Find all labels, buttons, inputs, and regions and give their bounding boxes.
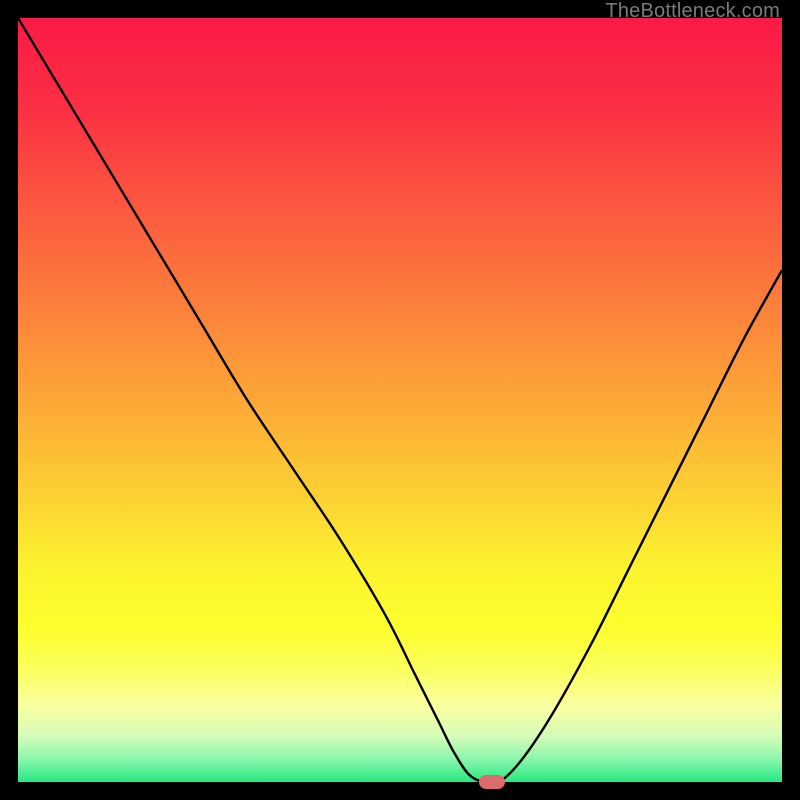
watermark-text: TheBottleneck.com (605, 0, 780, 23)
optimal-marker (479, 775, 505, 789)
curve-path (18, 18, 782, 784)
bottleneck-curve (18, 18, 782, 782)
outer-frame: TheBottleneck.com (0, 0, 800, 800)
plot-area (18, 18, 782, 782)
